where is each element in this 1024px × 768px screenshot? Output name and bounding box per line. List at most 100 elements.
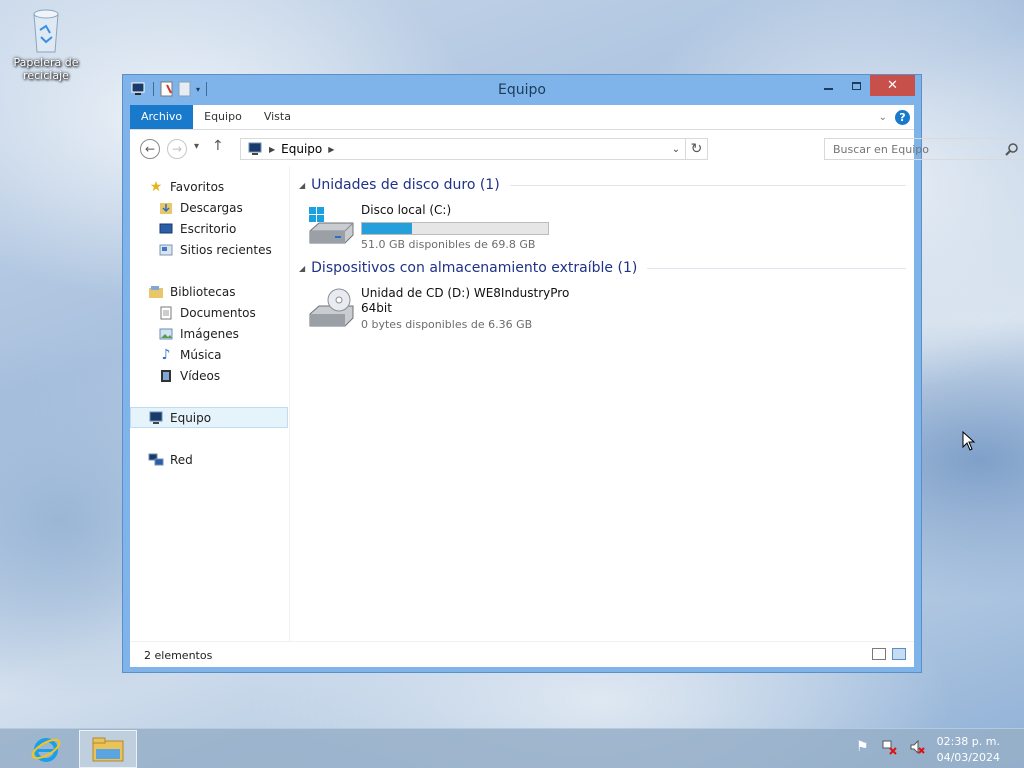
recycle-bin-icon (33, 9, 59, 53)
back-button[interactable]: ← (140, 139, 160, 159)
maximize-button[interactable] (842, 75, 870, 96)
mouse-pointer-icon (962, 431, 976, 451)
action-center-flag-icon[interactable]: ⚑ (856, 739, 869, 755)
details-view-icon[interactable] (872, 648, 886, 660)
ribbon-tabs: Archivo Equipo Vista ⌄ ? (130, 105, 914, 129)
help-icon[interactable]: ? (895, 109, 910, 125)
nav-videos-label: Vídeos (180, 368, 221, 383)
drive-d-name: Unidad de CD (D:) WE8IndustryPro 64bit (361, 286, 570, 315)
drive-item-c[interactable]: Disco local (C:) 51.0 GB disponibles de … (307, 203, 607, 255)
nav-red[interactable]: Red (130, 449, 288, 470)
up-arrow-icon[interactable]: ↑ (212, 138, 224, 154)
internet-explorer-taskbar-button[interactable] (22, 731, 70, 767)
nav-favoritos-label: Favoritos (170, 179, 225, 194)
tab-archivo[interactable]: Archivo (130, 105, 194, 129)
star-icon: ★ (149, 178, 163, 195)
item-count: 2 elementos (144, 649, 213, 662)
drive-c-name: Disco local (C:) (361, 203, 452, 217)
nav-descargas[interactable]: Descargas (130, 197, 288, 218)
drive-c-usage-fill (362, 223, 413, 234)
search-input[interactable] (825, 139, 995, 159)
large-icons-view-icon[interactable] (892, 648, 906, 660)
nav-documentos-label: Documentos (180, 305, 256, 320)
recycle-bin-label: Papelera de reciclaje (13, 56, 79, 82)
search-box[interactable] (824, 138, 1024, 160)
nav-red-label: Red (170, 452, 193, 467)
nav-favoritos[interactable]: ★ Favoritos (130, 176, 288, 197)
back-arrow-icon: ← (144, 142, 156, 156)
clock-time: 02:38 p. m. (936, 735, 1000, 748)
file-explorer-icon (92, 737, 124, 762)
recent-locations-dropdown-icon[interactable]: ▾ (194, 141, 199, 152)
expand-ribbon-icon[interactable]: ⌄ (879, 112, 887, 123)
address-dropdown-icon[interactable]: ⌄ (667, 144, 685, 155)
nav-musica[interactable]: ♪ Música (130, 344, 288, 365)
nav-sitios-recientes[interactable]: Sitios recientes (130, 239, 288, 260)
breadcrumb-chevron-icon[interactable]: ▶ (269, 145, 275, 154)
nav-imagenes[interactable]: Imágenes (130, 323, 288, 344)
nav-bibliotecas[interactable]: Bibliotecas (130, 281, 288, 302)
internet-explorer-icon (31, 738, 61, 762)
group-divider-2 (647, 267, 906, 269)
nav-documentos[interactable]: Documentos (130, 302, 288, 323)
refresh-icon: ↻ (690, 141, 703, 157)
title-bar[interactable]: ▾ Equipo ✕ (123, 75, 921, 105)
search-icon[interactable] (1005, 142, 1019, 156)
minimize-button[interactable] (814, 75, 842, 96)
navigation-pane: ★ Favoritos Descargas Escritorio Sitios (130, 167, 290, 641)
drive-c-free-space: 51.0 GB disponibles de 69.8 GB (361, 238, 536, 251)
group-divider (509, 184, 906, 186)
group-header-hard-drives[interactable]: ◢ Unidades de disco duro (1) (299, 177, 906, 193)
documents-icon (158, 305, 174, 321)
content-area: ★ Favoritos Descargas Escritorio Sitios (130, 167, 914, 641)
tab-vista[interactable]: Vista (253, 105, 302, 129)
nav-escritorio[interactable]: Escritorio (130, 218, 288, 239)
breadcrumb-equipo[interactable]: Equipo (281, 142, 322, 156)
nav-videos[interactable]: Vídeos (130, 365, 288, 386)
nav-equipo-label: Equipo (170, 410, 212, 425)
view-toggle (872, 648, 906, 660)
computer-icon (148, 410, 164, 426)
desktop-icon (158, 221, 174, 237)
nav-descargas-label: Descargas (180, 200, 243, 215)
minimize-icon (823, 87, 833, 90)
downloads-folder-icon (158, 200, 174, 216)
recent-places-icon (158, 242, 174, 258)
windows-drive-icon (309, 207, 354, 244)
forward-button[interactable]: → (167, 139, 187, 159)
breadcrumb-chevron-icon-2[interactable]: ▶ (328, 145, 334, 154)
computer-address-icon (248, 142, 262, 155)
nav-escritorio-label: Escritorio (180, 221, 237, 236)
tab-equipo[interactable]: Equipo (193, 105, 253, 129)
network-disconnected-icon[interactable] (881, 739, 897, 755)
clock[interactable]: 02:38 p. m. 04/03/2024 (937, 734, 1000, 766)
navigation-bar: ← → ▾ ↑ ▶ Equipo ▶ ⌄ ↻ (130, 129, 1024, 167)
collapse-triangle-icon-2[interactable]: ◢ (299, 264, 305, 273)
window-controls: ✕ (814, 75, 915, 96)
nav-musica-label: Música (180, 347, 222, 362)
close-button[interactable]: ✕ (870, 75, 915, 96)
pictures-icon (158, 326, 174, 342)
network-icon (148, 452, 164, 468)
drive-item-d[interactable]: Unidad de CD (D:) WE8IndustryPro 64bit 0… (307, 286, 607, 338)
volume-muted-icon[interactable] (909, 739, 925, 755)
clock-date: 04/03/2024 (936, 751, 1000, 764)
file-explorer-taskbar-button[interactable] (79, 730, 137, 768)
nav-imagenes-label: Imágenes (180, 326, 239, 341)
nav-sitios-recientes-label: Sitios recientes (180, 242, 272, 257)
system-tray: ⚑ (856, 739, 925, 755)
group-header-removable[interactable]: ◢ Dispositivos con almacenamiento extraí… (299, 260, 906, 276)
refresh-button[interactable]: ↻ (686, 138, 708, 160)
nav-equipo[interactable]: Equipo (130, 407, 288, 428)
collapse-triangle-icon[interactable]: ◢ (299, 181, 305, 190)
group-title-hard-drives: Unidades de disco duro (1) (311, 177, 500, 193)
address-box[interactable]: ▶ Equipo ▶ ⌄ (240, 138, 686, 160)
libraries-icon (148, 284, 164, 300)
file-view: ◢ Unidades de disco duro (1) Disco local… (295, 167, 910, 641)
recycle-bin-desktop-icon[interactable]: Papelera de reciclaje (8, 6, 84, 82)
music-note-icon: ♪ (161, 346, 171, 363)
cd-drive-icon (309, 288, 354, 327)
nav-bibliotecas-label: Bibliotecas (170, 284, 236, 299)
group-title-removable: Dispositivos con almacenamiento extraíbl… (311, 260, 638, 276)
drive-c-usage-bar (361, 222, 549, 235)
